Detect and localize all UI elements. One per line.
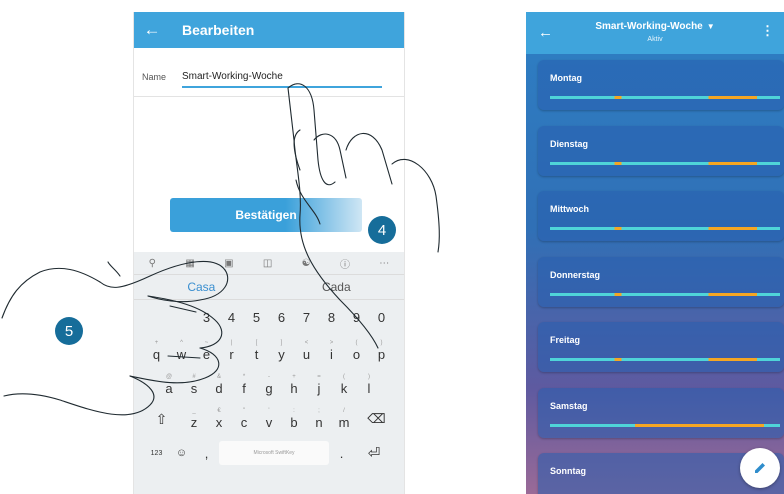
key-g[interactable]: -g [257, 370, 282, 400]
suggestion-bar: Casa Cada [134, 275, 404, 300]
name-label: Name [142, 72, 167, 82]
name-input[interactable] [182, 66, 382, 88]
day-schedule-bar [550, 423, 780, 427]
key-z[interactable]: _ z [182, 404, 207, 434]
keyboard-number-row: 34567890 [134, 300, 404, 334]
day-schedule-bar [550, 161, 780, 165]
overflow-menu-icon[interactable]: ⋮ [761, 23, 774, 39]
period-key[interactable]: . [329, 438, 354, 468]
week-title-wrap[interactable]: Smart-Working-Woche ▼ [526, 21, 784, 32]
step-badge-5: 5 [55, 317, 83, 345]
key-w[interactable]: ^ w [169, 336, 194, 366]
key-4[interactable]: 4 [219, 310, 244, 325]
key-6[interactable]: 6 [269, 310, 294, 325]
day-card-samstag[interactable]: Samstag [538, 387, 784, 438]
day-schedule-bar [550, 292, 780, 296]
edit-fab[interactable] [740, 448, 780, 488]
shift-icon[interactable]: ⇧ [142, 404, 182, 434]
key-p[interactable]: ) p [369, 336, 394, 366]
day-name: Mittwoch [550, 204, 589, 214]
key-7[interactable]: 7 [294, 310, 319, 325]
suggestion-2[interactable]: Cada [322, 280, 351, 294]
key-x[interactable]: € x [207, 404, 232, 434]
key-y[interactable]: ] y [269, 336, 294, 366]
name-field-row: Name [134, 48, 404, 97]
numbers-key[interactable]: 123 [144, 438, 169, 468]
day-card-freitag[interactable]: Freitag [538, 322, 784, 372]
key-c[interactable]: " c [232, 404, 257, 434]
key-i[interactable]: > i [319, 336, 344, 366]
day-card-montag[interactable]: Montag [538, 60, 784, 110]
clipboard-icon[interactable]: ◫ [263, 258, 272, 269]
key-f[interactable]: * f [232, 370, 257, 400]
key-q[interactable]: + q [144, 336, 169, 366]
key-b[interactable]: :b [282, 404, 307, 434]
more-icon[interactable]: ⋯ [379, 258, 389, 269]
step-badge-4: 4 [368, 216, 396, 244]
backspace-icon[interactable]: ⌫ [357, 404, 397, 434]
sticker-icon[interactable]: ▣ [224, 258, 233, 269]
day-schedule-bar [550, 96, 780, 99]
key-d[interactable]: & d [207, 370, 232, 400]
key-r[interactable]: | r [219, 336, 244, 366]
week-title: Smart-Working-Woche [595, 21, 703, 32]
keyboard-row-1: + q ^ w ~ e | r[t] y < u > i(o) p [134, 334, 404, 368]
keyboard-toolbar: ⚲ ▦ ▣ ◫ ☯ ⓘ ⋯ [134, 252, 404, 275]
edit-title: Bearbeiten [182, 22, 255, 38]
back-arrow-icon[interactable]: ← [134, 20, 170, 40]
gif-icon[interactable]: ▦ [185, 258, 194, 269]
key-a[interactable]: @ a [157, 370, 182, 400]
key-k[interactable]: (k [332, 370, 357, 400]
info-icon[interactable]: ⓘ [340, 256, 350, 271]
key-3[interactable]: 3 [194, 310, 219, 325]
day-name: Sonntag [550, 466, 586, 476]
key-v[interactable]: ' v [257, 404, 282, 434]
keyboard-row-3: ⇧ _ z € x " c ' v: b; n / m ⌫ [134, 402, 404, 436]
day-name: Dienstag [550, 138, 589, 149]
suggestion-1[interactable]: Casa [187, 280, 215, 294]
key-s[interactable]: # s [182, 370, 207, 400]
day-name: Freitag [550, 335, 581, 345]
key-h[interactable]: + h [282, 370, 307, 400]
day-name: Donnerstag [550, 269, 601, 280]
dropdown-caret-icon: ▼ [706, 22, 715, 31]
keyboard-bottom-row: 123 ☺ , Microsoft SwiftKey . ⏎ [134, 436, 404, 470]
week-app-bar: ← Smart-Working-Woche ▼ Aktiv ⋮ [526, 12, 784, 54]
day-name: Montag [550, 73, 582, 83]
keyboard-row-2: @ a # s & d * f - g + h = j(k) l [134, 368, 404, 402]
confirm-button[interactable]: Bestätigen [170, 198, 362, 232]
key-u[interactable]: < u [294, 336, 319, 366]
key-j[interactable]: = j [307, 370, 332, 400]
enter-icon[interactable]: ⏎ [354, 438, 394, 468]
edit-app-bar: ← Bearbeiten [134, 12, 404, 48]
key-n[interactable]: ; n [307, 404, 332, 434]
day-card-donnerstag[interactable]: Donnerstag [538, 256, 784, 307]
pencil-icon [755, 463, 765, 473]
key-t[interactable]: [t [244, 336, 269, 366]
emoji-icon[interactable]: ☺ [169, 438, 194, 468]
key-e[interactable]: ~ e [194, 336, 219, 366]
day-card-mittwoch[interactable]: Mittwoch [538, 191, 784, 241]
key-l[interactable]: ) l [357, 370, 382, 400]
key-5[interactable]: 5 [244, 310, 269, 325]
key-o[interactable]: (o [344, 336, 369, 366]
comma-key[interactable]: , [194, 438, 219, 468]
day-schedule-bar [550, 358, 780, 361]
day-schedule-bar [550, 227, 780, 230]
week-screen: ← Smart-Working-Woche ▼ Aktiv ⋮ Montag Die… [526, 12, 784, 494]
day-card-dienstag[interactable]: Dienstag [538, 125, 784, 176]
key-9[interactable]: 9 [344, 310, 369, 325]
search-icon[interactable]: ⚲ [149, 258, 156, 269]
key-0[interactable]: 0 [369, 310, 394, 325]
key-8[interactable]: 8 [319, 310, 344, 325]
edit-screen: ← Bearbeiten Name Bestätigen ⚲ ▦ ▣ ◫ ☯ ⓘ… [133, 12, 405, 494]
soft-keyboard: ⚲ ▦ ▣ ◫ ☯ ⓘ ⋯ Casa Cada 34567890 + q ^ w ~ e |… [134, 252, 404, 494]
key-m[interactable]: / m [332, 404, 357, 434]
translate-icon[interactable]: ☯ [302, 258, 311, 269]
space-bar[interactable]: Microsoft SwiftKey [219, 441, 329, 465]
week-status: Aktiv [647, 36, 663, 43]
day-name: Samstag [550, 400, 588, 411]
